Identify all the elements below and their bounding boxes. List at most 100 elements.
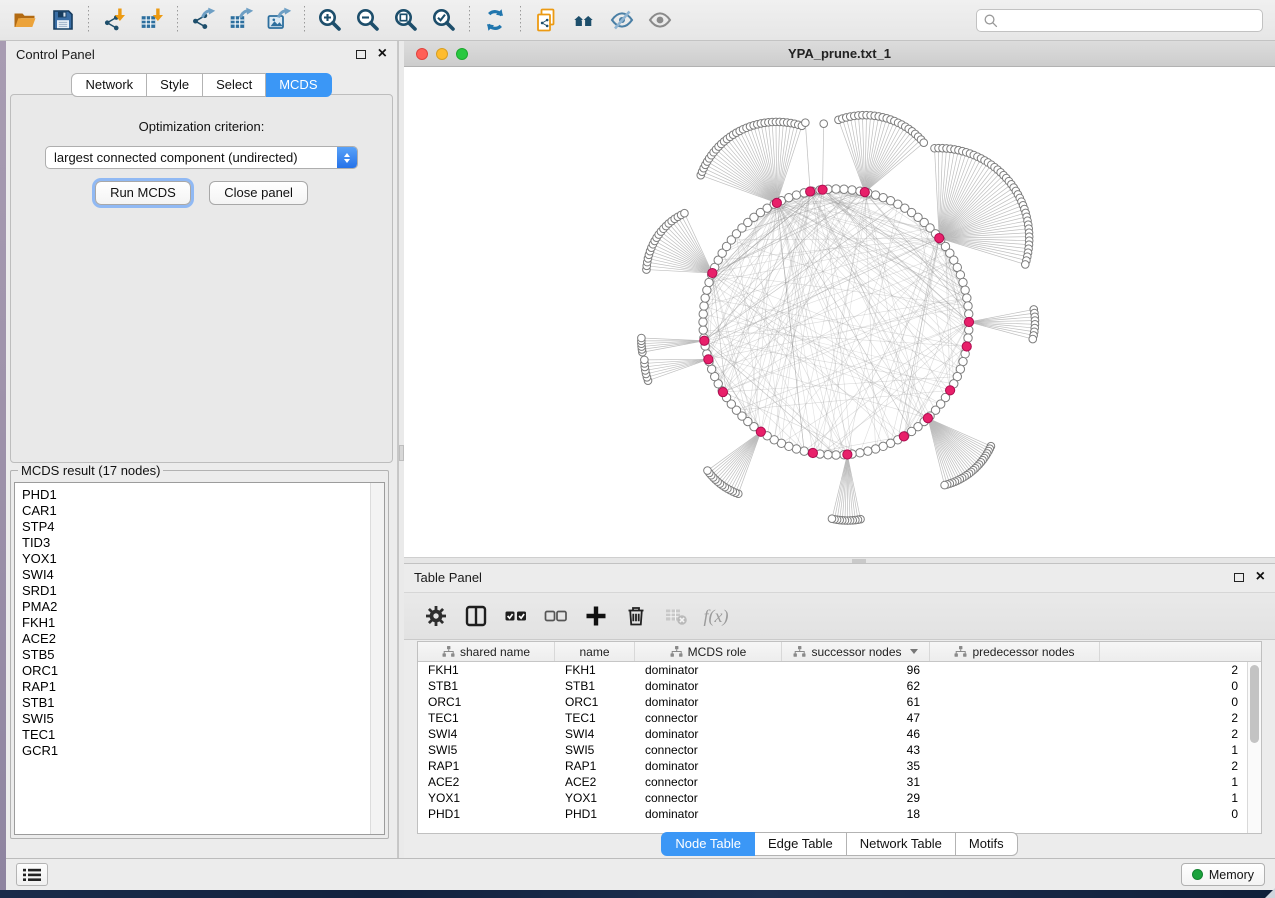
- table-row[interactable]: YOX1YOX1connector291: [418, 790, 1261, 806]
- mcds-hub-node[interactable]: [818, 185, 827, 194]
- cell-shared-name[interactable]: YOX1: [418, 790, 555, 806]
- mcds-hub-node[interactable]: [923, 414, 932, 423]
- console-button[interactable]: [16, 863, 48, 886]
- mcds-hub-node[interactable]: [899, 432, 908, 441]
- mcds-result-item[interactable]: SWI4: [22, 567, 384, 583]
- mcds-result-item[interactable]: TID3: [22, 535, 384, 551]
- leaf-node[interactable]: [681, 209, 689, 217]
- ring-node[interactable]: [961, 286, 969, 294]
- cell-predecessor-nodes[interactable]: 2: [930, 726, 1248, 742]
- cell-name[interactable]: RAP1: [555, 758, 635, 774]
- close-panel-icon[interactable]: ×: [1256, 571, 1265, 583]
- mcds-hub-node[interactable]: [718, 387, 727, 396]
- cell-successor-nodes[interactable]: 46: [782, 726, 930, 742]
- cell-predecessor-nodes[interactable]: 1: [930, 774, 1248, 790]
- ring-node[interactable]: [699, 326, 707, 334]
- ring-node[interactable]: [699, 318, 707, 326]
- mcds-result-item[interactable]: FKH1: [22, 615, 384, 631]
- cell-shared-name[interactable]: ORC1: [418, 694, 555, 710]
- first-neighbors-button[interactable]: [565, 3, 603, 37]
- cell-predecessor-nodes[interactable]: 1: [930, 742, 1248, 758]
- mcds-hub-node[interactable]: [962, 342, 971, 351]
- cell-name[interactable]: TEC1: [555, 710, 635, 726]
- select-all-button[interactable]: [496, 597, 536, 635]
- mcds-result-item[interactable]: ACE2: [22, 631, 384, 647]
- cell-MCDS-role[interactable]: dominator: [635, 678, 782, 694]
- open-folder-button[interactable]: [6, 3, 44, 37]
- cell-name[interactable]: SWI4: [555, 726, 635, 742]
- ring-node[interactable]: [700, 302, 708, 310]
- cell-MCDS-role[interactable]: dominator: [635, 726, 782, 742]
- show-all-button[interactable]: [641, 3, 679, 37]
- ring-node[interactable]: [701, 294, 709, 302]
- mcds-result-item[interactable]: SRD1: [22, 583, 384, 599]
- cell-successor-nodes[interactable]: 18: [782, 806, 930, 822]
- column-header-MCDS-role[interactable]: MCDS role: [635, 642, 782, 661]
- ring-node[interactable]: [832, 185, 840, 193]
- import-network-button[interactable]: [95, 3, 133, 37]
- cell-MCDS-role[interactable]: dominator: [635, 662, 782, 678]
- mcds-hub-node[interactable]: [806, 187, 815, 196]
- horizontal-splitter[interactable]: [404, 557, 1275, 564]
- mcds-hub-node[interactable]: [704, 355, 713, 364]
- network-graph[interactable]: [404, 67, 1275, 557]
- cell-successor-nodes[interactable]: 35: [782, 758, 930, 774]
- table-row[interactable]: PHD1PHD1dominator180: [418, 806, 1261, 822]
- mcds-result-item[interactable]: SWI5: [22, 711, 384, 727]
- ring-node[interactable]: [864, 447, 872, 455]
- clone-network-button[interactable]: [527, 3, 565, 37]
- mcds-hub-node[interactable]: [756, 427, 765, 436]
- network-view-canvas[interactable]: [404, 67, 1275, 557]
- leaf-node[interactable]: [638, 334, 646, 342]
- table-row[interactable]: STB1STB1dominator620: [418, 678, 1261, 694]
- cell-shared-name[interactable]: STB1: [418, 678, 555, 694]
- mcds-hub-node[interactable]: [946, 386, 955, 395]
- table-row[interactable]: SWI5SWI5connector431: [418, 742, 1261, 758]
- deselect-all-button[interactable]: [536, 597, 576, 635]
- ring-node[interactable]: [959, 278, 967, 286]
- scrollbar-thumb[interactable]: [1250, 665, 1259, 743]
- tab-mcds[interactable]: MCDS: [266, 73, 331, 97]
- float-window-icon[interactable]: [1234, 573, 1244, 582]
- tab-node-table[interactable]: Node Table: [661, 832, 755, 856]
- cell-predecessor-nodes[interactable]: 0: [930, 806, 1248, 822]
- refresh-button[interactable]: [476, 3, 514, 37]
- mcds-hub-node[interactable]: [700, 336, 709, 345]
- show-columns-button[interactable]: [456, 597, 496, 635]
- leaf-node[interactable]: [920, 139, 928, 147]
- cell-shared-name[interactable]: TEC1: [418, 710, 555, 726]
- table-row[interactable]: RAP1RAP1dominator352: [418, 758, 1261, 774]
- tab-select[interactable]: Select: [203, 73, 266, 97]
- tab-edge-table[interactable]: Edge Table: [755, 832, 847, 856]
- cell-successor-nodes[interactable]: 29: [782, 790, 930, 806]
- leaf-node[interactable]: [828, 515, 836, 523]
- search-input[interactable]: [976, 9, 1263, 32]
- mcds-list-scrollbar[interactable]: [370, 483, 384, 834]
- table-row[interactable]: ORC1ORC1dominator610: [418, 694, 1261, 710]
- cell-shared-name[interactable]: FKH1: [418, 662, 555, 678]
- optimization-criterion-select[interactable]: largest connected component (undirected): [45, 146, 358, 169]
- cell-successor-nodes[interactable]: 31: [782, 774, 930, 790]
- mcds-result-item[interactable]: YOX1: [22, 551, 384, 567]
- run-mcds-button[interactable]: Run MCDS: [95, 181, 191, 205]
- mcds-hub-node[interactable]: [935, 234, 944, 243]
- leaf-node[interactable]: [1029, 335, 1037, 343]
- cell-name[interactable]: YOX1: [555, 790, 635, 806]
- cell-successor-nodes[interactable]: 43: [782, 742, 930, 758]
- mcds-result-item[interactable]: RAP1: [22, 679, 384, 695]
- cell-MCDS-role[interactable]: connector: [635, 710, 782, 726]
- ring-node[interactable]: [824, 451, 832, 459]
- ring-node[interactable]: [964, 302, 972, 310]
- export-image-button[interactable]: [260, 3, 298, 37]
- mcds-result-item[interactable]: STB1: [22, 695, 384, 711]
- ring-node[interactable]: [800, 447, 808, 455]
- cell-predecessor-nodes[interactable]: 2: [930, 710, 1248, 726]
- splitter-handle[interactable]: [852, 559, 866, 563]
- cell-shared-name[interactable]: SWI5: [418, 742, 555, 758]
- mcds-result-item[interactable]: GCR1: [22, 743, 384, 759]
- mcds-hub-node[interactable]: [708, 268, 717, 277]
- mcds-result-item[interactable]: TEC1: [22, 727, 384, 743]
- mcds-result-item[interactable]: ORC1: [22, 663, 384, 679]
- leaf-node[interactable]: [1021, 261, 1029, 269]
- ring-node[interactable]: [856, 449, 864, 457]
